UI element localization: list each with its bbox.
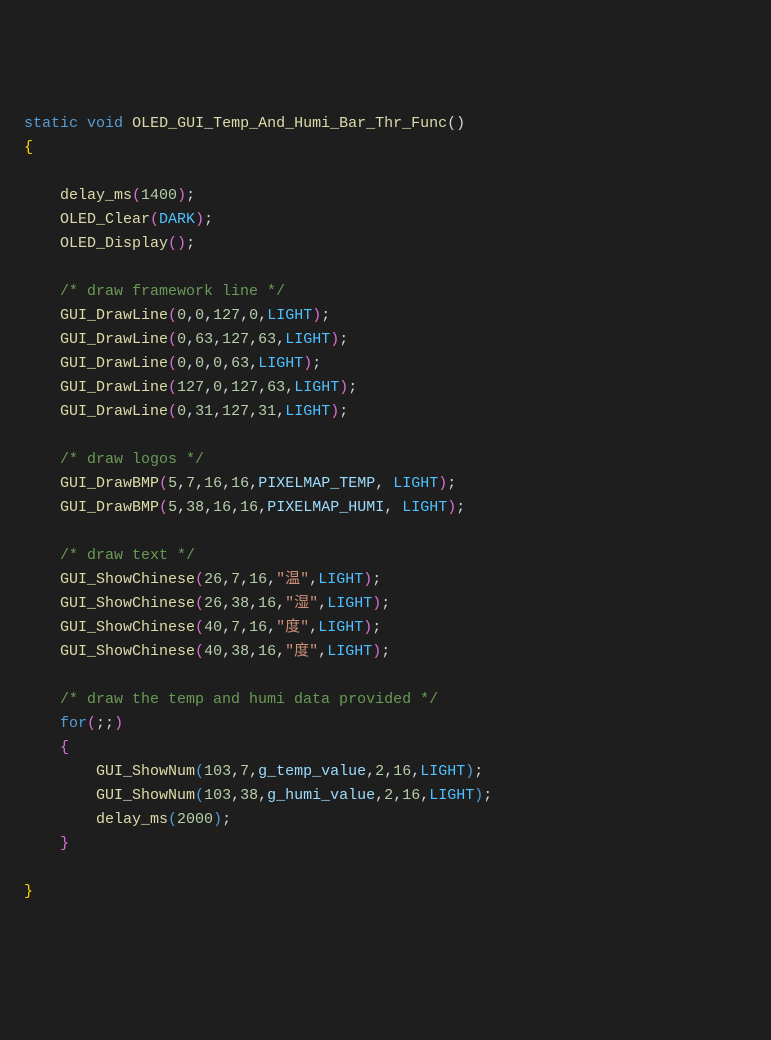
call-drawline-5: GUI_DrawLine(0,31,127,31,LIGHT); (24, 400, 771, 424)
for-loop: for(;;) (24, 712, 771, 736)
brace-close: } (24, 880, 771, 904)
call-drawbmp-1: GUI_DrawBMP(5,7,16,16,PIXELMAP_TEMP, LIG… (24, 472, 771, 496)
call-showchinese-4: GUI_ShowChinese(40,38,16,"度",LIGHT); (24, 640, 771, 664)
comment-data: /* draw the temp and humi data provided … (24, 688, 771, 712)
call-showchinese-2: GUI_ShowChinese(26,38,16,"湿",LIGHT); (24, 592, 771, 616)
call-delay2: delay_ms(2000); (24, 808, 771, 832)
for-brace-close: } (24, 832, 771, 856)
function-name: OLED_GUI_Temp_And_Humi_Bar_Thr_Func (132, 115, 447, 132)
keyword-static: static (24, 115, 78, 132)
for-brace-open: { (24, 736, 771, 760)
keyword-void: void (87, 115, 123, 132)
comment-logos: /* draw logos */ (24, 448, 771, 472)
call-showchinese-3: GUI_ShowChinese(40,7,16,"度",LIGHT); (24, 616, 771, 640)
brace-open: { (24, 136, 771, 160)
call-delay: delay_ms(1400); (24, 184, 771, 208)
call-drawline-2: GUI_DrawLine(0,63,127,63,LIGHT); (24, 328, 771, 352)
call-shownum-2: GUI_ShowNum(103,38,g_humi_value,2,16,LIG… (24, 784, 771, 808)
call-display: OLED_Display(); (24, 232, 771, 256)
call-drawline-4: GUI_DrawLine(127,0,127,63,LIGHT); (24, 376, 771, 400)
call-drawbmp-2: GUI_DrawBMP(5,38,16,16,PIXELMAP_HUMI, LI… (24, 496, 771, 520)
call-shownum-1: GUI_ShowNum(103,7,g_temp_value,2,16,LIGH… (24, 760, 771, 784)
line-signature: static void OLED_GUI_Temp_And_Humi_Bar_T… (24, 112, 771, 136)
comment-framework: /* draw framework line */ (24, 280, 771, 304)
code-editor[interactable]: static void OLED_GUI_Temp_And_Humi_Bar_T… (24, 112, 771, 904)
call-showchinese-1: GUI_ShowChinese(26,7,16,"温",LIGHT); (24, 568, 771, 592)
comment-text: /* draw text */ (24, 544, 771, 568)
call-drawline-1: GUI_DrawLine(0,0,127,0,LIGHT); (24, 304, 771, 328)
call-clear: OLED_Clear(DARK); (24, 208, 771, 232)
call-drawline-3: GUI_DrawLine(0,0,0,63,LIGHT); (24, 352, 771, 376)
